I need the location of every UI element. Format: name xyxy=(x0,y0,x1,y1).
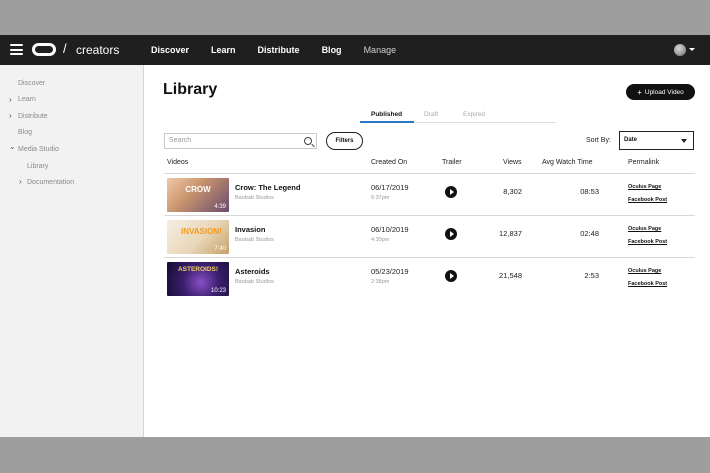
video-studio: Baobab Studios xyxy=(235,195,274,201)
avg-watch-time: 2:53 xyxy=(584,271,599,280)
chevron-down-icon[interactable] xyxy=(689,48,695,51)
nav-links: Discover Learn Distribute Blog Manage xyxy=(151,35,418,65)
top-nav: / creators Discover Learn Distribute Blo… xyxy=(0,35,710,65)
chevron-down-icon xyxy=(681,139,687,143)
nav-learn[interactable]: Learn xyxy=(211,45,236,55)
search-input[interactable]: Search xyxy=(164,133,317,149)
video-thumbnail[interactable]: INVASION! 7:40 xyxy=(167,220,229,254)
oculus-logo-icon[interactable] xyxy=(32,43,56,56)
tab-published[interactable]: Published xyxy=(371,111,402,118)
facebook-post-link[interactable]: Facebook Post xyxy=(628,239,667,245)
nav-distribute[interactable]: Distribute xyxy=(258,45,300,55)
sidebar: Discover › Learn › Distribute Blog ⌄ Med… xyxy=(0,65,144,437)
video-title[interactable]: Invasion xyxy=(235,225,265,234)
table-row[interactable]: ASTEROIDS! 10:23 Asteroids Baobab Studio… xyxy=(164,257,695,299)
bottom-margin xyxy=(0,437,710,473)
sidebar-item-media-studio[interactable]: Media Studio xyxy=(18,146,59,153)
created-time: 6:37pm xyxy=(371,195,390,201)
created-time: 2:38pm xyxy=(371,279,390,285)
column-header-videos[interactable]: Videos xyxy=(167,159,188,166)
video-duration: 7:40 xyxy=(214,246,226,252)
main-content: Library + Upload Video Published Draft E… xyxy=(144,65,710,437)
oculus-page-link[interactable]: Oculus Page xyxy=(628,226,661,232)
thumbnail-title: ASTEROIDS! xyxy=(177,266,219,273)
video-duration: 4:39 xyxy=(214,204,226,210)
avg-watch-time: 02:48 xyxy=(580,229,599,238)
video-studio: Baobab Studios xyxy=(235,279,274,285)
video-title[interactable]: Asteroids xyxy=(235,267,270,276)
sort-by-select[interactable]: Date xyxy=(619,131,694,150)
created-time: 4:30pm xyxy=(371,237,390,243)
sidebar-item-documentation[interactable]: Documentation xyxy=(27,179,74,186)
brand-slash: / xyxy=(63,41,67,56)
chevron-right-icon[interactable]: › xyxy=(19,177,22,186)
top-margin xyxy=(0,0,710,35)
column-header-views[interactable]: Views xyxy=(503,159,522,166)
table-row[interactable]: INVASION! 7:40 Invasion Baobab Studios 0… xyxy=(164,215,695,257)
thumbnail-title: CROW xyxy=(185,185,211,194)
tab-expired[interactable]: Expired xyxy=(463,111,485,118)
tab-draft[interactable]: Draft xyxy=(424,111,438,118)
chevron-right-icon[interactable]: › xyxy=(9,95,12,104)
page-title: Library xyxy=(163,81,218,98)
chevron-right-icon[interactable]: › xyxy=(9,111,12,120)
oculus-page-link[interactable]: Oculus Page xyxy=(628,184,661,190)
sidebar-item-distribute[interactable]: Distribute xyxy=(18,113,48,120)
nav-blog[interactable]: Blog xyxy=(322,45,342,55)
facebook-post-link[interactable]: Facebook Post xyxy=(628,281,667,287)
upload-video-label: Upload Video xyxy=(644,88,684,96)
column-header-permalink: Permalink xyxy=(628,159,660,166)
brand-name[interactable]: creators xyxy=(76,43,119,57)
video-title[interactable]: Crow: The Legend xyxy=(235,183,300,192)
oculus-page-link[interactable]: Oculus Page xyxy=(628,268,661,274)
view-count: 8,302 xyxy=(503,187,522,196)
play-icon[interactable] xyxy=(445,228,457,240)
plus-icon: + xyxy=(637,87,642,97)
sidebar-item-blog[interactable]: Blog xyxy=(18,129,32,136)
play-icon[interactable] xyxy=(445,270,457,282)
video-studio: Baobab Studios xyxy=(235,237,274,243)
filters-button[interactable]: Filters xyxy=(326,132,363,150)
hamburger-icon[interactable] xyxy=(10,44,23,55)
sidebar-item-library[interactable]: Library xyxy=(27,163,48,170)
video-thumbnail[interactable]: ASTEROIDS! 10:23 xyxy=(167,262,229,296)
search-placeholder: Search xyxy=(169,137,192,144)
created-date: 05/23/2019 xyxy=(371,267,409,276)
created-date: 06/17/2019 xyxy=(371,183,409,192)
column-header-trailer[interactable]: Trailer xyxy=(442,159,462,166)
created-date: 06/10/2019 xyxy=(371,225,409,234)
avatar[interactable] xyxy=(674,44,686,56)
upload-video-button[interactable]: + Upload Video xyxy=(626,84,695,100)
nav-manage[interactable]: Manage xyxy=(364,45,397,55)
play-icon[interactable] xyxy=(445,186,457,198)
column-header-avg-watch-time[interactable]: Avg Watch Time xyxy=(542,159,593,166)
sort-by-value: Date xyxy=(624,137,638,143)
sidebar-item-learn[interactable]: Learn xyxy=(18,96,36,103)
nav-discover[interactable]: Discover xyxy=(151,45,189,55)
table-row[interactable]: CROW 4:39 Crow: The Legend Baobab Studio… xyxy=(164,173,695,215)
thumbnail-title: INVASION! xyxy=(181,227,222,236)
facebook-post-link[interactable]: Facebook Post xyxy=(628,197,667,203)
view-count: 12,837 xyxy=(499,229,522,238)
view-count: 21,548 xyxy=(499,271,522,280)
chevron-down-icon[interactable]: ⌄ xyxy=(9,142,16,151)
column-header-created-on[interactable]: Created On xyxy=(371,159,407,166)
sidebar-item-discover[interactable]: Discover xyxy=(18,80,45,87)
avg-watch-time: 08:53 xyxy=(580,187,599,196)
sort-by-label: Sort By: xyxy=(586,137,611,144)
search-icon[interactable] xyxy=(304,137,312,145)
video-thumbnail[interactable]: CROW 4:39 xyxy=(167,178,229,212)
tab-active-indicator xyxy=(360,121,414,123)
video-duration: 10:23 xyxy=(210,288,226,294)
